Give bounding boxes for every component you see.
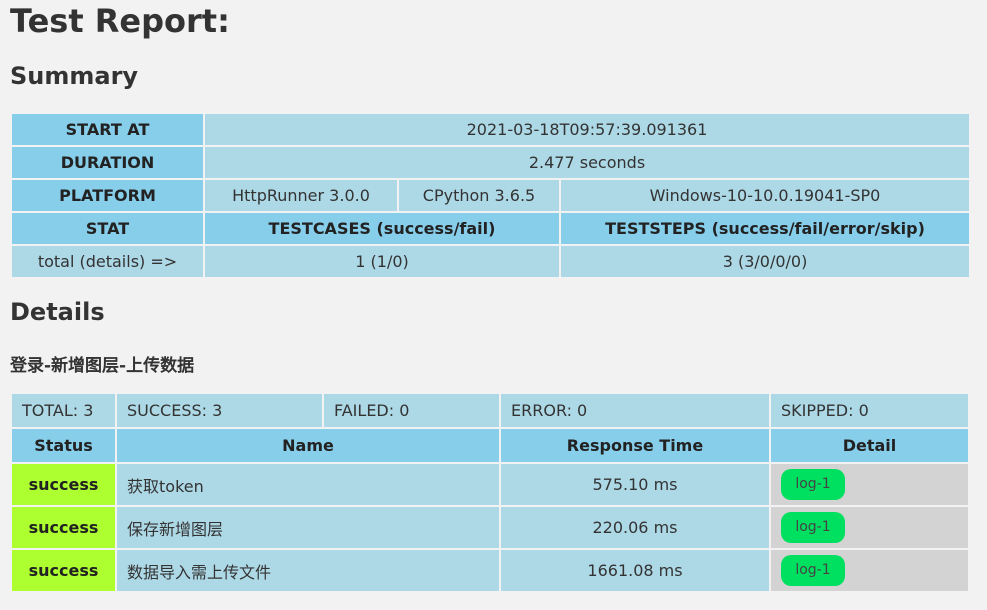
detail-cell: log-1 bbox=[771, 550, 968, 591]
start-at-value: 2021-03-18T09:57:39.091361 bbox=[205, 114, 970, 145]
response-time: 575.10 ms bbox=[501, 464, 769, 505]
table-row: success 获取token 575.10 ms log-1 bbox=[12, 464, 968, 505]
page-title: Test Report: bbox=[10, 2, 230, 40]
step-name: 获取token bbox=[117, 464, 499, 505]
response-time: 220.06 ms bbox=[501, 507, 769, 548]
total-count: TOTAL: 3 bbox=[12, 394, 115, 427]
detail-cell: log-1 bbox=[771, 464, 968, 505]
duration-value: 2.477 seconds bbox=[205, 147, 970, 178]
duration-label: DURATION bbox=[12, 147, 203, 178]
summary-heading: Summary bbox=[10, 62, 139, 90]
teststeps-label: TESTSTEPS (success/fail/error/skip) bbox=[561, 213, 970, 244]
response-time-column-header: Response Time bbox=[501, 429, 769, 462]
testcases-label: TESTCASES (success/fail) bbox=[205, 213, 559, 244]
detail-column-header: Detail bbox=[771, 429, 968, 462]
testcase-title: 登录-新增图层-上传数据 bbox=[10, 356, 195, 376]
stat-label: STAT bbox=[12, 213, 203, 244]
testcases-value: 1 (1/0) bbox=[205, 246, 559, 277]
table-row: success 数据导入需上传文件 1661.08 ms log-1 bbox=[12, 550, 968, 591]
name-column-header: Name bbox=[117, 429, 499, 462]
total-details-link[interactable]: total (details) => bbox=[12, 246, 203, 277]
status-cell: success bbox=[12, 464, 115, 505]
table-row: success 保存新增图层 220.06 ms log-1 bbox=[12, 507, 968, 548]
platform-label: PLATFORM bbox=[12, 180, 203, 211]
details-heading: Details bbox=[10, 298, 105, 326]
platform-httprunner: HttpRunner 3.0.0 bbox=[205, 180, 397, 211]
status-column-header: Status bbox=[12, 429, 115, 462]
step-name: 保存新增图层 bbox=[117, 507, 499, 548]
start-at-label: START AT bbox=[12, 114, 203, 145]
success-count: SUCCESS: 3 bbox=[117, 394, 322, 427]
response-time: 1661.08 ms bbox=[501, 550, 769, 591]
failed-count: FAILED: 0 bbox=[324, 394, 499, 427]
log-button[interactable]: log-1 bbox=[781, 469, 845, 500]
detail-cell: log-1 bbox=[771, 507, 968, 548]
details-table: TOTAL: 3 SUCCESS: 3 FAILED: 0 ERROR: 0 S… bbox=[10, 392, 970, 593]
skipped-count: SKIPPED: 0 bbox=[771, 394, 968, 427]
log-button[interactable]: log-1 bbox=[781, 555, 845, 586]
summary-table: START AT 2021-03-18T09:57:39.091361 DURA… bbox=[10, 112, 971, 279]
teststeps-value: 3 (3/0/0/0) bbox=[561, 246, 970, 277]
step-name: 数据导入需上传文件 bbox=[117, 550, 499, 591]
platform-python: CPython 3.6.5 bbox=[399, 180, 559, 211]
log-button[interactable]: log-1 bbox=[781, 512, 845, 543]
status-cell: success bbox=[12, 507, 115, 548]
error-count: ERROR: 0 bbox=[501, 394, 769, 427]
platform-os: Windows-10-10.0.19041-SP0 bbox=[561, 180, 970, 211]
status-cell: success bbox=[12, 550, 115, 591]
